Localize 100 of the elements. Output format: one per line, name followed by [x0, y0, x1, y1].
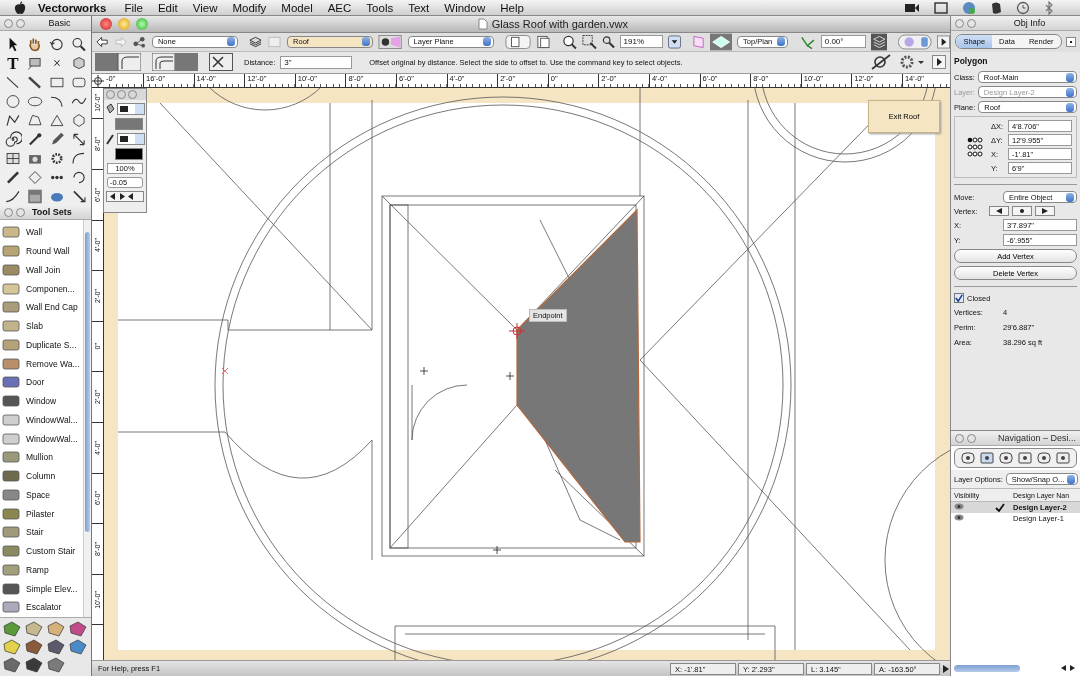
scroll-thumb[interactable]: [85, 232, 90, 532]
ruler-origin-icon[interactable]: [92, 74, 104, 87]
tool-item[interactable]: Space: [26, 489, 51, 500]
class-nodes-icon[interactable]: [132, 34, 147, 49]
tool-icon[interactable]: [2, 600, 20, 615]
tool-item[interactable]: Ramp: [26, 564, 49, 575]
tool-icon[interactable]: [2, 281, 20, 296]
menu-item[interactable]: Help: [500, 1, 524, 14]
menu-item[interactable]: File: [124, 1, 143, 14]
tool-icon[interactable]: [2, 244, 20, 259]
tool-set-icon[interactable]: [47, 656, 65, 673]
tool-item[interactable]: Escalator: [26, 602, 62, 613]
render-mode-icon[interactable]: [898, 33, 932, 50]
tool-icon[interactable]: [2, 319, 20, 334]
tool-item[interactable]: Custom Stair: [26, 546, 76, 557]
close-button[interactable]: [100, 17, 112, 30]
cube-icon[interactable]: [70, 55, 88, 72]
tool-set-icon[interactable]: [3, 656, 21, 673]
delete-tool[interactable]: ×: [53, 55, 61, 72]
tool-item[interactable]: Slab: [26, 321, 43, 332]
current-vertex-button[interactable]: [1012, 206, 1032, 216]
text-tool[interactable]: T: [7, 55, 19, 72]
tool-icon[interactable]: [2, 394, 20, 409]
clock-icon[interactable]: [1016, 0, 1030, 15]
tool-icon[interactable]: [2, 562, 20, 577]
hexagon-icon[interactable]: [70, 112, 88, 129]
bluetooth-icon[interactable]: [1044, 0, 1054, 15]
tool-set-icon[interactable]: [25, 638, 43, 655]
tool-item[interactable]: WindowWal...: [26, 433, 78, 444]
tool-icon[interactable]: [2, 506, 20, 521]
tool-item[interactable]: Stair: [26, 527, 44, 538]
offset-mode-icon[interactable]: [95, 53, 141, 72]
tool-icon[interactable]: [2, 450, 20, 465]
menu-item[interactable]: Text: [408, 1, 430, 14]
tool-item[interactable]: Round Wall: [26, 246, 70, 257]
tool-item[interactable]: Pilaster: [26, 508, 55, 519]
tools-settings-icon[interactable]: [209, 53, 233, 72]
magnifier-icon[interactable]: [601, 34, 615, 49]
distance-field[interactable]: 3": [280, 55, 353, 69]
stack-icon[interactable]: [870, 32, 888, 51]
tool-set-icon[interactable]: [69, 620, 87, 637]
tool-icon[interactable]: [2, 337, 20, 352]
rectangle-selection-icon[interactable]: [26, 55, 44, 72]
snap-icon[interactable]: [870, 53, 892, 72]
tool-icon[interactable]: [2, 525, 20, 540]
tool-icon[interactable]: [2, 225, 20, 240]
pen-color-swatch[interactable]: [115, 148, 143, 161]
gradient-square-icon[interactable]: [26, 188, 44, 205]
triangle-icon[interactable]: [48, 112, 66, 129]
zoom-selection-icon[interactable]: [581, 33, 597, 50]
top-plan-view-icon[interactable]: [709, 32, 733, 51]
tool-icon[interactable]: [2, 375, 20, 390]
video-camera-icon[interactable]: [904, 1, 920, 14]
menu-item[interactable]: View: [192, 1, 218, 14]
pages-icon[interactable]: [535, 34, 551, 49]
app-menu[interactable]: Vectorworks: [38, 1, 107, 14]
tool-item[interactable]: Wall Join: [26, 264, 61, 275]
globe-icon[interactable]: [962, 0, 976, 15]
closed-checkbox[interactable]: [954, 293, 964, 303]
menu-item[interactable]: Model: [281, 1, 313, 14]
back-arrow-icon[interactable]: [96, 34, 110, 49]
grid-icon[interactable]: [4, 150, 22, 167]
menu-item[interactable]: Tools: [366, 1, 394, 14]
menu-item[interactable]: Window: [444, 1, 486, 14]
arrows-icon[interactable]: [70, 131, 88, 148]
curve-icon[interactable]: [4, 188, 22, 205]
tool-item[interactable]: Column: [26, 471, 56, 482]
eye-icon[interactable]: [954, 503, 964, 510]
previous-vertex-button[interactable]: [989, 206, 1009, 216]
eye-icon[interactable]: [954, 514, 964, 521]
zoom-icon[interactable]: [70, 36, 88, 53]
tool-item[interactable]: Wall End Cap: [26, 302, 78, 313]
tool-icon[interactable]: [2, 412, 20, 427]
tool-item[interactable]: Remove Wa...: [26, 358, 80, 369]
tool-icon[interactable]: [2, 300, 20, 315]
tool-item[interactable]: Mullion: [26, 452, 53, 463]
tool-set-icon[interactable]: [25, 656, 43, 673]
tool-item[interactable]: Wall: [26, 227, 43, 238]
eyedropper-icon[interactable]: [26, 131, 44, 148]
tool-item[interactable]: Window: [26, 396, 57, 407]
next-vertex-button[interactable]: [1035, 206, 1055, 216]
zoom-objects-icon[interactable]: [561, 33, 577, 50]
reference-point-grid-icon[interactable]: [967, 136, 983, 158]
pen-style-dropdown[interactable]: [117, 133, 145, 146]
menu-item[interactable]: Modify: [232, 1, 267, 14]
rotation-field[interactable]: 0.00°: [820, 35, 866, 49]
tool-icon[interactable]: [2, 544, 20, 559]
menu-icon[interactable]: [1065, 36, 1076, 47]
tool-item[interactable]: WindowWal...: [26, 414, 78, 425]
fill-style-dropdown[interactable]: [117, 103, 145, 116]
tool-item[interactable]: Door: [26, 377, 45, 388]
right-arrow-icon[interactable]: [942, 663, 950, 674]
corner-mode-icon[interactable]: [152, 53, 198, 72]
tool-item[interactable]: Componen...: [26, 283, 75, 294]
apple-logo-icon[interactable]: [14, 0, 26, 15]
tool-icon[interactable]: [2, 581, 20, 596]
scroll-arrows-icon[interactable]: [1059, 664, 1077, 672]
window-icon[interactable]: [934, 1, 948, 14]
tool-icon[interactable]: [2, 487, 20, 502]
fill-color-swatch[interactable]: [115, 118, 143, 131]
